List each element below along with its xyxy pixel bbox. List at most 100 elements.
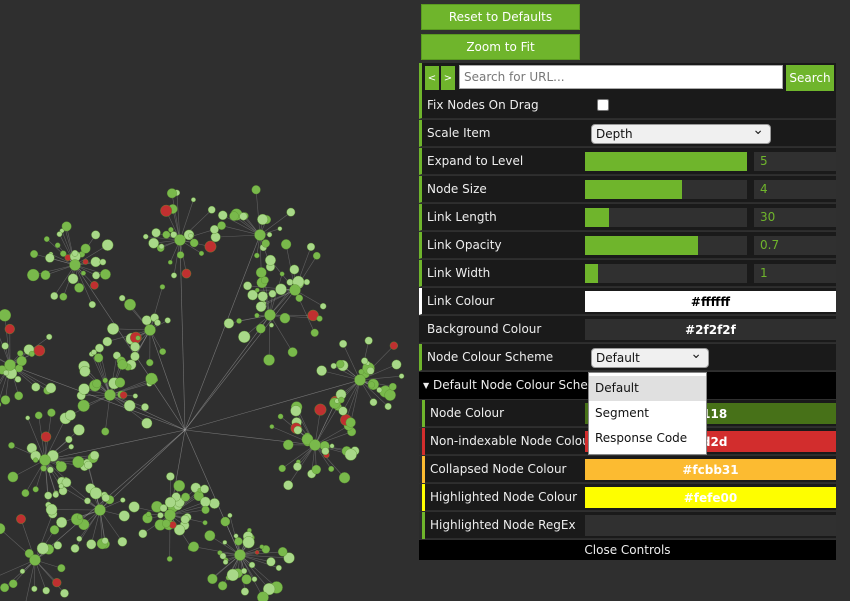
graph-node[interactable] — [56, 516, 68, 528]
dropdown-option-default[interactable]: Default — [589, 376, 706, 401]
graph-node[interactable] — [52, 491, 59, 498]
graph-node[interactable] — [268, 289, 277, 298]
graph-node[interactable] — [59, 292, 68, 301]
graph-node[interactable] — [269, 424, 275, 429]
zoom-to-fit-button[interactable]: Zoom to Fit — [421, 34, 580, 60]
link-opacity-slider[interactable] — [585, 236, 747, 255]
graph-node[interactable] — [78, 383, 90, 395]
dropdown-option-response-code[interactable]: Response Code — [589, 426, 706, 451]
graph-node[interactable] — [135, 335, 141, 341]
graph-node[interactable] — [251, 185, 261, 195]
node-size-slider[interactable] — [585, 180, 747, 199]
graph-node[interactable] — [40, 465, 47, 472]
search-button[interactable]: Search — [786, 65, 834, 91]
graph-node[interactable] — [14, 376, 22, 383]
graph-node[interactable] — [70, 544, 80, 553]
graph-node[interactable] — [50, 292, 59, 300]
graph-node[interactable] — [264, 309, 276, 321]
graph-node[interactable] — [254, 550, 260, 555]
graph-node[interactable] — [45, 253, 55, 263]
graph-node[interactable] — [257, 291, 268, 302]
graph-node[interactable] — [84, 497, 91, 505]
graph-node[interactable] — [174, 234, 186, 246]
graph-node[interactable] — [275, 283, 287, 295]
graph-node[interactable] — [61, 221, 72, 232]
graph-node[interactable] — [1, 342, 9, 350]
graph-node[interactable] — [181, 268, 192, 279]
graph-node[interactable] — [358, 368, 365, 375]
graph-node[interactable] — [207, 573, 218, 584]
graph-node[interactable] — [168, 260, 173, 265]
graph-node[interactable] — [141, 403, 149, 411]
graph-node[interactable] — [220, 516, 231, 527]
graph-node[interactable] — [146, 359, 154, 367]
graph-node[interactable] — [242, 536, 255, 549]
graph-node[interactable] — [281, 239, 292, 250]
graph-node[interactable] — [254, 312, 260, 318]
graph-node[interactable] — [60, 588, 69, 598]
graph-node[interactable] — [89, 450, 100, 461]
graph-node[interactable] — [166, 472, 175, 481]
graph-node[interactable] — [45, 503, 58, 516]
graph-node[interactable] — [120, 497, 126, 503]
graph-node[interactable] — [279, 312, 291, 324]
graph-node[interactable] — [94, 504, 106, 516]
graph-node[interactable] — [71, 249, 79, 257]
graph-node[interactable] — [107, 322, 120, 335]
graph-node[interactable] — [101, 537, 109, 545]
graph-node[interactable] — [316, 315, 323, 322]
graph-node[interactable] — [16, 355, 27, 367]
fix-nodes-on-drag-checkbox[interactable] — [597, 99, 609, 111]
graph-node[interactable] — [45, 382, 57, 394]
graph-node[interactable] — [29, 554, 41, 566]
graph-node[interactable] — [68, 444, 74, 450]
graph-node[interactable] — [229, 211, 239, 221]
graph-node[interactable] — [151, 228, 161, 238]
graph-node[interactable] — [40, 431, 52, 443]
graph-node[interactable] — [277, 547, 288, 557]
graph-node[interactable] — [99, 258, 107, 266]
graph-node[interactable] — [43, 236, 50, 242]
graph-node[interactable] — [67, 273, 79, 285]
graph-node[interactable] — [100, 268, 111, 280]
graph-node[interactable] — [223, 318, 235, 329]
graph-node[interactable] — [210, 232, 221, 243]
graph-node[interactable] — [201, 505, 210, 514]
graph-node[interactable] — [210, 225, 219, 234]
graph-node[interactable] — [256, 323, 266, 334]
graph-node[interactable] — [90, 256, 101, 268]
highlighted-node-colour-picker[interactable]: #fefe00 — [585, 487, 836, 508]
graph-node[interactable] — [49, 525, 60, 535]
graph-node[interactable] — [119, 391, 128, 399]
graph-node[interactable] — [338, 396, 345, 404]
graph-node[interactable] — [366, 366, 375, 375]
graph-node[interactable] — [34, 411, 43, 420]
graph-node[interactable] — [117, 359, 128, 370]
graph-node[interactable] — [241, 568, 248, 575]
graph-node[interactable] — [39, 454, 51, 466]
graph-node[interactable] — [102, 377, 108, 384]
graph-node[interactable] — [130, 351, 140, 361]
graph-node[interactable] — [257, 591, 269, 601]
graph-node[interactable] — [157, 512, 164, 519]
graph-node[interactable] — [376, 387, 383, 393]
graph-node[interactable] — [33, 344, 46, 357]
graph-node[interactable] — [384, 389, 396, 401]
graph-node[interactable] — [391, 359, 402, 370]
graph-node[interactable] — [80, 243, 91, 254]
graph-node[interactable] — [79, 365, 91, 377]
graph-node[interactable] — [279, 271, 285, 277]
graph-node[interactable] — [319, 303, 327, 310]
graph-node[interactable] — [42, 586, 50, 595]
graph-node[interactable] — [306, 242, 316, 251]
graph-node[interactable] — [164, 317, 171, 324]
graph-node[interactable] — [3, 369, 10, 376]
graph-node[interactable] — [90, 281, 99, 290]
graph-node[interactable] — [84, 460, 93, 470]
graph-node[interactable] — [289, 264, 300, 275]
expand-to-level-slider[interactable] — [585, 152, 747, 171]
graph-node[interactable] — [277, 226, 283, 231]
graph-node[interactable] — [259, 544, 265, 550]
graph-node[interactable] — [389, 341, 398, 350]
graph-node[interactable] — [293, 462, 302, 471]
